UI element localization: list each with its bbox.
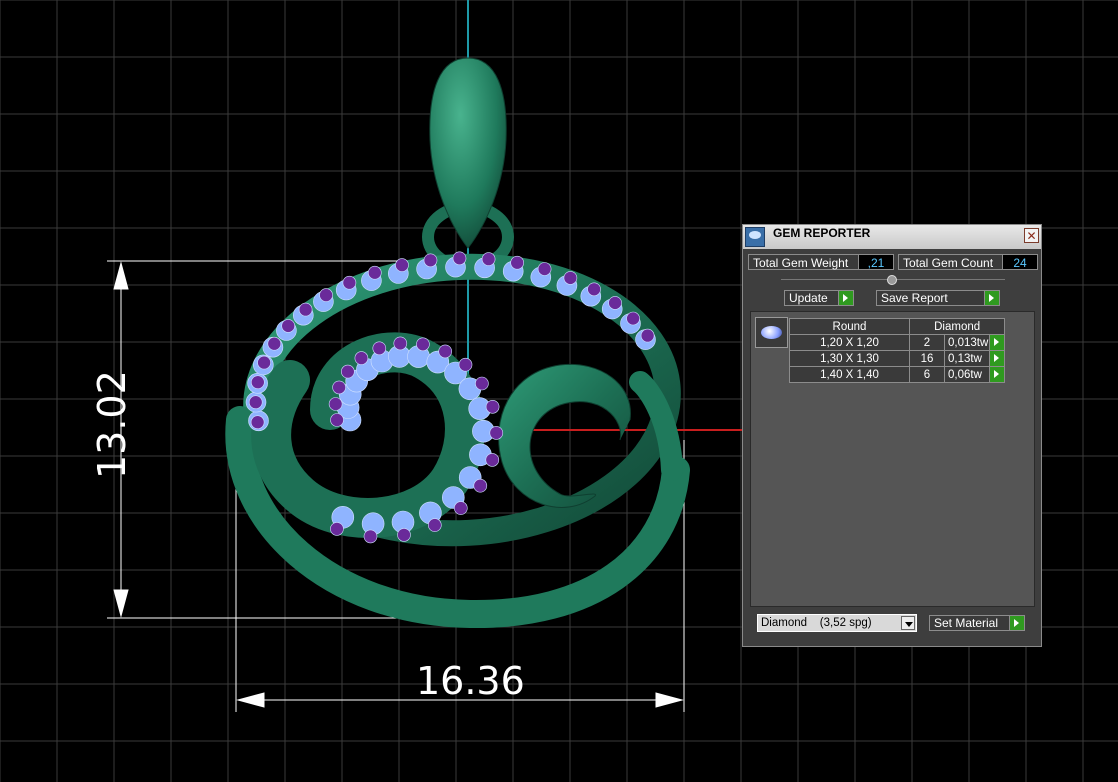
- gem-count-cell: 6: [909, 366, 945, 383]
- select-row-arrow-icon[interactable]: [989, 351, 1005, 366]
- play-arrow-icon: [838, 291, 853, 305]
- pendant-bail: [422, 57, 514, 273]
- amethyst-gem: [587, 282, 601, 297]
- play-arrow-icon: [1009, 616, 1024, 630]
- gem-weight-text: 0,13tw: [948, 352, 982, 365]
- amethyst-gem: [298, 302, 313, 317]
- amethyst-gem: [485, 453, 500, 467]
- gem-report-area: Round Diamond 1,20 X 1,20 2 0,013tw 1,30…: [750, 311, 1035, 607]
- amethyst-gem: [489, 426, 504, 440]
- gem-size-cell: 1,20 X 1,20: [789, 334, 910, 351]
- save-report-button-label: Save Report: [881, 291, 948, 305]
- amethyst-gem: [248, 395, 263, 410]
- set-material-button[interactable]: Set Material: [929, 615, 1025, 631]
- gem-count-cell: 2: [909, 334, 945, 351]
- close-icon[interactable]: ✕: [1024, 228, 1039, 243]
- table-row: 1,20 X 1,20 2 0,013tw: [789, 334, 1006, 351]
- amethyst-gem: [626, 311, 640, 326]
- gem-reporter-title: GEM REPORTER: [773, 226, 871, 240]
- amethyst-gem: [423, 253, 438, 268]
- amethyst-gem: [330, 413, 344, 427]
- gem-size-cell: 1,40 X 1,40: [789, 366, 910, 383]
- total-gem-count-value: 24: [1002, 254, 1038, 270]
- amethyst-gem: [510, 255, 525, 270]
- column-header-diamond: Diamond: [908, 318, 1006, 335]
- amethyst-gem: [342, 275, 357, 290]
- round-gem-icon: [755, 317, 788, 348]
- play-arrow-icon: [984, 291, 999, 305]
- column-header-round: Round: [789, 318, 910, 335]
- material-dropdown-value: Diamond (3,52 spg): [761, 617, 872, 629]
- amethyst-gem: [393, 336, 408, 351]
- gem-reporter-panel: GEM REPORTER ✕ Total Gem Weight ,21 Tota…: [742, 224, 1042, 647]
- amethyst-gem: [416, 337, 430, 352]
- amethyst-gem: [354, 351, 369, 365]
- amethyst-gem: [453, 501, 468, 515]
- amethyst-gem: [563, 271, 578, 285]
- chevron-down-icon[interactable]: [901, 616, 915, 630]
- amethyst-gem: [328, 397, 343, 411]
- total-gem-weight-label: Total Gem Weight: [748, 254, 859, 270]
- amethyst-gem: [438, 344, 453, 359]
- amethyst-gem: [250, 415, 265, 430]
- set-material-button-label: Set Material: [934, 616, 999, 630]
- gem-weight-cell: 0,13tw: [943, 350, 1006, 367]
- amethyst-gem: [363, 529, 378, 544]
- amethyst-gem: [372, 341, 387, 356]
- amethyst-gem: [330, 522, 344, 536]
- amethyst-gem: [458, 357, 473, 372]
- gem-weight-cell: 0,013tw: [943, 334, 1006, 351]
- material-dropdown[interactable]: Diamond (3,52 spg): [757, 614, 917, 632]
- gem-table-header: Round Diamond: [789, 318, 1006, 335]
- table-row: 1,30 X 1,30 16 0,13tw: [789, 350, 1006, 367]
- amethyst-gem: [319, 288, 333, 302]
- amethyst-gem: [367, 265, 382, 280]
- amethyst-gem: [395, 258, 409, 272]
- amethyst-gem: [427, 518, 442, 532]
- height-dimension-label: 13.02: [90, 370, 134, 479]
- amethyst-gem: [281, 319, 296, 333]
- amethyst-gem: [452, 251, 467, 266]
- width-dimension-label: 16.36: [416, 659, 525, 703]
- panel-slider-handle[interactable]: [887, 275, 897, 285]
- update-button[interactable]: Update: [784, 290, 854, 306]
- amethyst-gem: [608, 296, 622, 310]
- amethyst-gem: [537, 262, 552, 276]
- amethyst-gem: [257, 355, 271, 370]
- select-row-arrow-icon[interactable]: [989, 367, 1005, 382]
- total-gem-count-label: Total Gem Count: [898, 254, 1003, 270]
- amethyst-gem: [267, 336, 282, 351]
- save-report-button[interactable]: Save Report: [876, 290, 1000, 306]
- amethyst-gem: [475, 376, 489, 391]
- gem-count-cell: 16: [909, 350, 945, 367]
- amethyst-gem: [481, 252, 496, 266]
- gem-reporter-titlebar[interactable]: GEM REPORTER ✕: [743, 225, 1041, 249]
- gem-size-cell: 1,30 X 1,30: [789, 350, 910, 367]
- amethyst-gem: [250, 375, 265, 390]
- gem-weight-cell: 0,06tw: [943, 366, 1006, 383]
- gem-weight-text: 0,013tw: [948, 336, 989, 349]
- select-row-arrow-icon[interactable]: [989, 335, 1005, 350]
- gem-reporter-app-icon: [745, 227, 765, 247]
- amethyst-gem: [473, 478, 488, 493]
- gem-table: Round Diamond 1,20 X 1,20 2 0,013tw 1,30…: [789, 318, 1006, 383]
- amethyst-gem: [332, 380, 346, 395]
- gem-weight-text: 0,06tw: [948, 368, 982, 381]
- amethyst-gem: [340, 364, 355, 379]
- update-button-label: Update: [789, 291, 828, 305]
- table-row: 1,40 X 1,40 6 0,06tw: [789, 366, 1006, 383]
- amethyst-gem: [640, 328, 655, 343]
- amethyst-gem: [485, 399, 500, 414]
- amethyst-gem: [397, 528, 411, 542]
- total-gem-weight-value: ,21: [858, 254, 894, 270]
